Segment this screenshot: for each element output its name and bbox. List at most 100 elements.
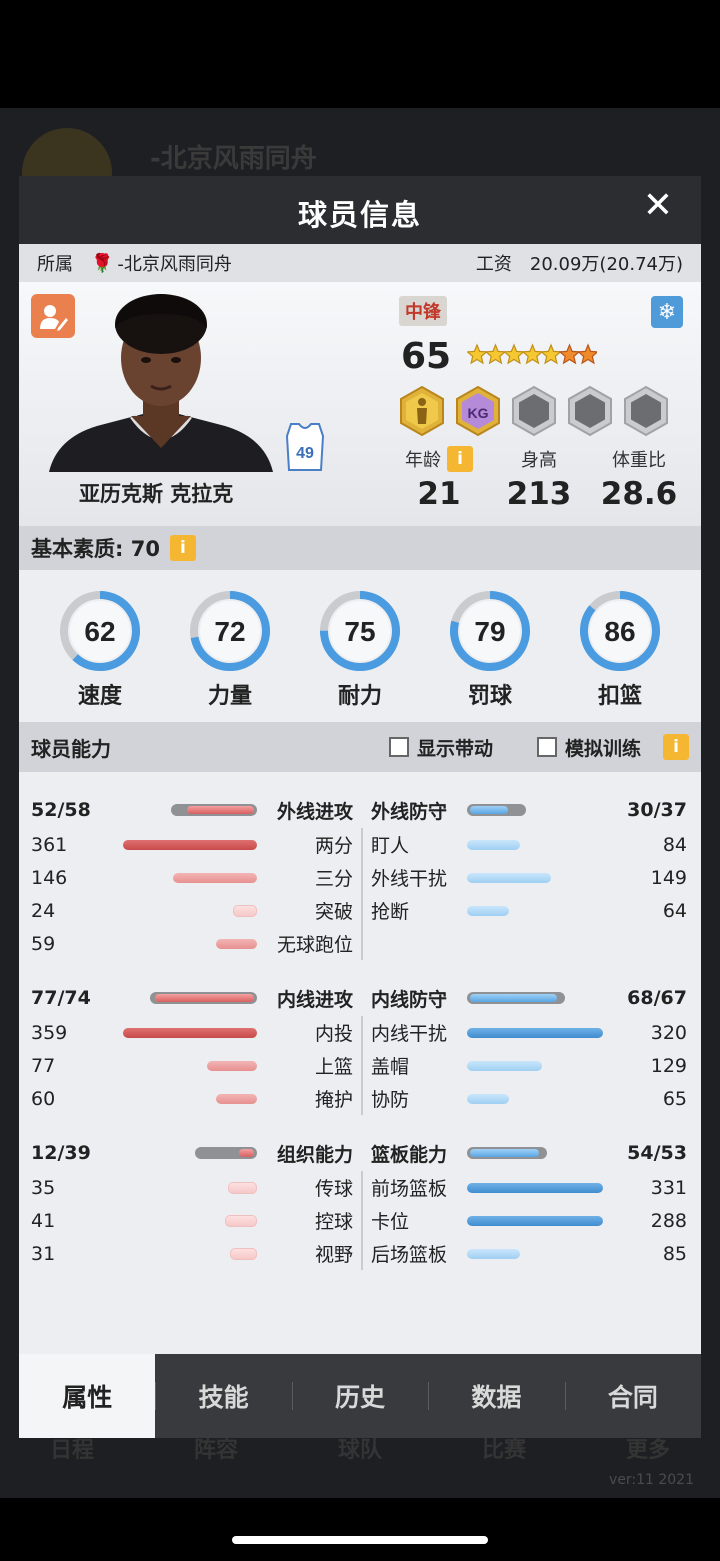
left-value: 35	[31, 1176, 56, 1199]
left-bar	[123, 1027, 257, 1038]
info-icon[interactable]: i	[663, 734, 689, 760]
attribute-name: 罚球	[467, 684, 512, 709]
height-value: 213	[506, 476, 572, 512]
right-total-bar	[467, 804, 526, 816]
edit-profile-button[interactable]	[31, 294, 75, 338]
left-value: 77	[31, 1054, 56, 1077]
player-silhouette-badge-icon[interactable]	[399, 386, 445, 436]
right-label: 前场篮板	[371, 1178, 448, 1200]
left-label: 上篮	[314, 1056, 353, 1078]
attribute-name: 力量	[207, 684, 252, 709]
left-total: 52/58	[31, 799, 91, 821]
right-total-bar	[467, 1147, 547, 1159]
simulate-training-checkbox[interactable]: 模拟训练	[536, 734, 641, 761]
empty-badge-icon[interactable]	[567, 386, 613, 436]
right-bar	[467, 1182, 603, 1193]
gauge-value: 75	[344, 616, 375, 647]
gauge-value: 79	[474, 616, 505, 647]
left-total-bar	[150, 992, 257, 1004]
left-bar	[123, 839, 257, 850]
attribute-name: 耐力	[337, 684, 382, 709]
affiliation-label: 所属	[37, 254, 73, 275]
left-value: 146	[31, 866, 68, 889]
ability-label: 球员能力	[31, 736, 111, 761]
gauge-value: 62	[84, 616, 115, 647]
right-label: 盯人	[371, 835, 410, 857]
left-value: 24	[31, 899, 56, 922]
right-label: 卡位	[371, 1211, 410, 1233]
right-total: 30/37	[627, 799, 687, 821]
ability-row: 59 无球跑位	[19, 927, 701, 960]
left-bar	[216, 1093, 257, 1104]
gauge-ring: 86	[580, 591, 660, 671]
show-dynamic-checkbox[interactable]: 显示带动	[388, 734, 493, 761]
attribute-name: 扣篮	[597, 684, 642, 709]
gauge-value: 72	[214, 616, 245, 647]
tab-contract[interactable]: 合同	[564, 1354, 701, 1438]
right-total: 68/67	[627, 987, 687, 1009]
right-total-bar	[467, 992, 565, 1004]
star-icon	[503, 343, 525, 365]
height-stat: 身高 213	[489, 446, 589, 512]
empty-badge-icon[interactable]	[623, 386, 669, 436]
star-icon	[484, 343, 507, 365]
left-value: 361	[31, 833, 68, 856]
left-total: 12/39	[31, 1142, 91, 1164]
left-total: 77/74	[31, 987, 91, 1009]
simulate-training-label: 模拟训练	[564, 737, 641, 760]
close-icon[interactable]: ✕	[643, 188, 673, 224]
modal-title: 球员信息	[297, 198, 422, 232]
show-dynamic-label: 显示带动	[416, 737, 493, 760]
right-bar	[467, 905, 509, 916]
info-icon[interactable]: i	[169, 535, 196, 561]
right-value: 331	[650, 1176, 687, 1199]
age-stat: 年龄 i 21	[389, 446, 489, 512]
right-value: 65	[662, 1087, 687, 1110]
empty-badge-icon[interactable]	[511, 386, 557, 436]
age-label: 年龄	[405, 450, 441, 471]
jersey-number: 49	[296, 445, 314, 462]
checkbox-icon	[388, 737, 409, 757]
left-value: 31	[31, 1242, 56, 1265]
ability-row: 77 上篮 盖帽 129	[19, 1049, 701, 1082]
edit-profile-icon	[40, 305, 68, 331]
badge-row: KG	[399, 386, 669, 436]
left-label: 突破	[314, 901, 353, 923]
attribute-gauge: 75 耐力	[310, 570, 410, 710]
left-label: 内投	[314, 1023, 353, 1045]
left-value: 59	[31, 932, 56, 955]
star-icon	[540, 343, 562, 365]
ability-bar: 球员能力 显示带动 模拟训练 i	[19, 722, 701, 772]
player-stats: 年龄 i 21 身高 213 体重比 28.6	[389, 446, 689, 512]
info-icon[interactable]: i	[447, 446, 473, 472]
gauge-ring: 62	[60, 591, 140, 671]
player-name: 亚历克斯 克拉克	[79, 482, 234, 506]
attribute-gauge: 79 罚球	[440, 570, 540, 710]
left-total-bar	[171, 804, 257, 816]
attribute-gauge: 72 力量	[180, 570, 280, 710]
attribute-gauges: 62 速度 72 力量 75 耐力 79 罚球 86 扣篮	[19, 570, 701, 722]
left-label: 两分	[314, 835, 353, 857]
left-category: 组织能力	[276, 1143, 353, 1166]
tab-attributes[interactable]: 属性	[19, 1354, 156, 1438]
tab-history[interactable]: 历史	[291, 1354, 428, 1438]
right-category: 外线防守	[371, 800, 448, 823]
player-profile: 49 亚历克斯 克拉克 中锋 ❄ 65 KG 年龄 i 21 身高 213 体重…	[19, 282, 701, 526]
tab-data[interactable]: 数据	[428, 1354, 564, 1438]
checkbox-icon	[536, 737, 557, 757]
snowflake-icon[interactable]: ❄	[651, 296, 683, 328]
tab-skills[interactable]: 技能	[155, 1354, 291, 1438]
right-value: 84	[662, 833, 687, 856]
right-value: 85	[662, 1242, 687, 1265]
left-label: 视野	[314, 1244, 353, 1266]
background-team-name: -北京风雨同舟	[150, 144, 317, 174]
left-label: 传球	[314, 1178, 353, 1200]
ability-section: 52/58 外线进攻 外线防守 30/37 361 两分 盯人 84 146 三…	[19, 792, 701, 960]
right-bar	[467, 1060, 542, 1071]
ability-row: 35 传球 前场篮板 331	[19, 1171, 701, 1204]
kg-badge-icon[interactable]: KG	[455, 386, 501, 436]
tab-bar: 属性 技能 历史 数据 合同	[19, 1354, 701, 1438]
star-icon	[558, 343, 581, 365]
right-bar	[467, 839, 520, 850]
right-value: 288	[650, 1209, 687, 1232]
